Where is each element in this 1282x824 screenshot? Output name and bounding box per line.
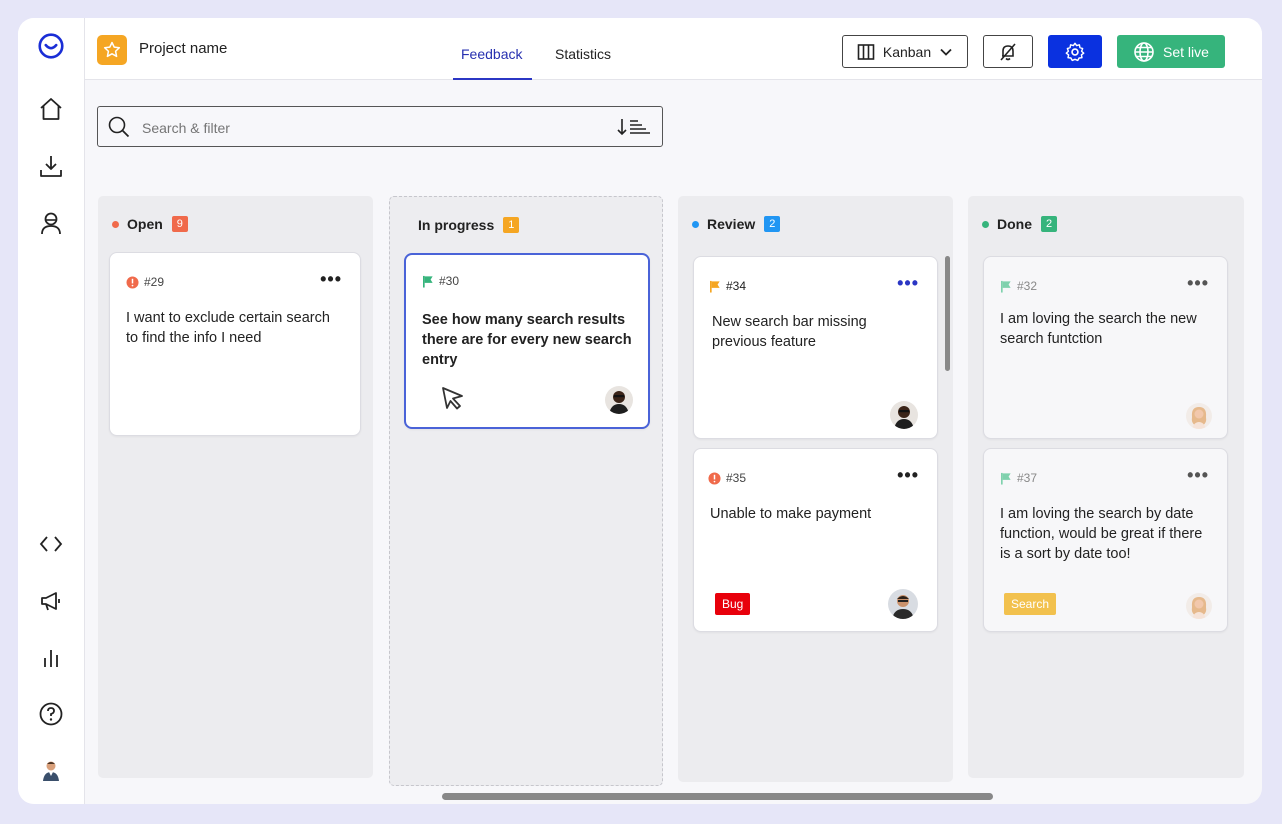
project-name[interactable]: Project name bbox=[139, 40, 227, 57]
column-title: Open bbox=[127, 216, 163, 232]
column-header: Open 9 bbox=[112, 216, 188, 232]
user-icon[interactable] bbox=[36, 208, 66, 238]
column-header: Review 2 bbox=[692, 216, 781, 232]
feedback-card[interactable]: #30 See how many search results there ar… bbox=[404, 253, 650, 429]
column-title: Review bbox=[707, 216, 756, 232]
card-id: #37 bbox=[1000, 471, 1037, 485]
flag-icon bbox=[1000, 280, 1011, 293]
column-header: Done 2 bbox=[982, 216, 1057, 232]
count-badge: 9 bbox=[171, 216, 188, 232]
horizontal-scrollbar[interactable] bbox=[442, 793, 993, 800]
sort-icon[interactable] bbox=[616, 117, 652, 137]
alert-icon bbox=[708, 471, 721, 485]
card-id: #29 bbox=[126, 275, 164, 289]
more-icon[interactable]: ••• bbox=[1187, 273, 1209, 294]
card-text: New search bar missing previous feature bbox=[712, 314, 867, 350]
star-icon bbox=[97, 35, 127, 65]
count-badge: 2 bbox=[764, 216, 781, 232]
more-icon[interactable]: ••• bbox=[897, 273, 919, 294]
card-id: #35 bbox=[708, 471, 746, 485]
tab-statistics[interactable]: Statistics bbox=[555, 46, 611, 62]
avatar bbox=[605, 386, 633, 414]
avatar bbox=[888, 589, 918, 619]
more-icon[interactable]: ••• bbox=[1187, 465, 1209, 486]
feedback-card[interactable]: #32 ••• I am loving the search the new s… bbox=[983, 256, 1228, 439]
download-icon[interactable] bbox=[36, 151, 66, 181]
view-select-label: Kanban bbox=[882, 43, 932, 60]
help-icon[interactable] bbox=[36, 699, 66, 729]
column-header: In progress 1 bbox=[418, 217, 520, 233]
card-id: #32 bbox=[1000, 279, 1037, 293]
card-id: #30 bbox=[422, 274, 459, 288]
avatar bbox=[1186, 593, 1212, 619]
feedback-card[interactable]: #37 ••• I am loving the search by date f… bbox=[983, 448, 1228, 632]
mute-notifications-button[interactable] bbox=[983, 35, 1033, 68]
column-in-progress: In progress 1 #30 See how many search re… bbox=[389, 196, 663, 786]
view-select[interactable]: Kanban bbox=[842, 35, 968, 68]
column-title: In progress bbox=[418, 217, 495, 233]
sidebar bbox=[18, 18, 85, 804]
top-bar: Project name Feedback Statistics Kanban … bbox=[85, 18, 1262, 80]
globe-icon bbox=[1134, 41, 1154, 62]
gear-icon bbox=[1065, 42, 1085, 61]
flag-icon bbox=[1000, 472, 1011, 485]
set-live-button[interactable]: Set live bbox=[1117, 35, 1225, 68]
code-icon[interactable] bbox=[36, 529, 66, 559]
kanban-icon bbox=[857, 43, 875, 60]
flag-icon bbox=[709, 280, 720, 293]
megaphone-icon[interactable] bbox=[36, 586, 66, 616]
column-review: Review 2 #34 ••• New search bar missing … bbox=[678, 196, 953, 782]
cursor-icon bbox=[442, 387, 463, 410]
search-icon bbox=[108, 116, 130, 138]
card-text: I want to exclude certain search to find… bbox=[126, 310, 330, 346]
avatar bbox=[1186, 403, 1212, 429]
status-dot bbox=[692, 220, 699, 228]
card-text: Unable to make payment bbox=[710, 506, 872, 522]
avatar bbox=[890, 401, 918, 429]
search-tag[interactable]: Search bbox=[1004, 593, 1057, 615]
status-dot bbox=[112, 220, 119, 228]
vertical-scrollbar[interactable] bbox=[945, 256, 950, 371]
logo-icon[interactable] bbox=[36, 31, 66, 61]
bar-chart-icon[interactable] bbox=[36, 643, 66, 673]
avatar[interactable] bbox=[36, 755, 66, 785]
more-icon[interactable]: ••• bbox=[320, 269, 342, 290]
feedback-card[interactable]: #29 ••• I want to exclude certain search… bbox=[109, 252, 361, 436]
flag-icon bbox=[422, 275, 433, 288]
count-badge: 1 bbox=[503, 217, 520, 233]
feedback-card[interactable]: #34 ••• New search bar missing previous … bbox=[693, 256, 938, 439]
bell-off-icon bbox=[1000, 42, 1016, 61]
search-input[interactable] bbox=[142, 120, 442, 136]
card-text: See how many search results there are fo… bbox=[422, 312, 632, 368]
card-text: I am loving the search the new search fu… bbox=[1000, 311, 1197, 347]
home-icon[interactable] bbox=[36, 94, 66, 124]
tab-feedback[interactable]: Feedback bbox=[461, 46, 522, 62]
tab-active-indicator bbox=[453, 78, 532, 80]
bug-tag[interactable]: Bug bbox=[715, 593, 751, 615]
column-done: Done 2 #32 ••• I am loving the search th… bbox=[968, 196, 1244, 778]
feedback-card[interactable]: #35 ••• Unable to make payment Bug bbox=[693, 448, 938, 632]
set-live-label: Set live bbox=[1163, 43, 1209, 60]
chevron-down-icon bbox=[940, 48, 952, 56]
search-bar bbox=[97, 106, 663, 147]
card-text: I am loving the search by date function,… bbox=[1000, 506, 1203, 562]
status-dot bbox=[982, 220, 989, 228]
column-title: Done bbox=[997, 216, 1032, 232]
card-id: #34 bbox=[709, 279, 746, 293]
alert-icon bbox=[126, 275, 139, 289]
count-badge: 2 bbox=[1041, 216, 1057, 232]
column-open: Open 9 #29 ••• I want to exclude certain… bbox=[98, 196, 373, 778]
app-window: Project name Feedback Statistics Kanban … bbox=[18, 18, 1262, 804]
settings-button[interactable] bbox=[1048, 35, 1102, 68]
more-icon[interactable]: ••• bbox=[897, 465, 919, 486]
